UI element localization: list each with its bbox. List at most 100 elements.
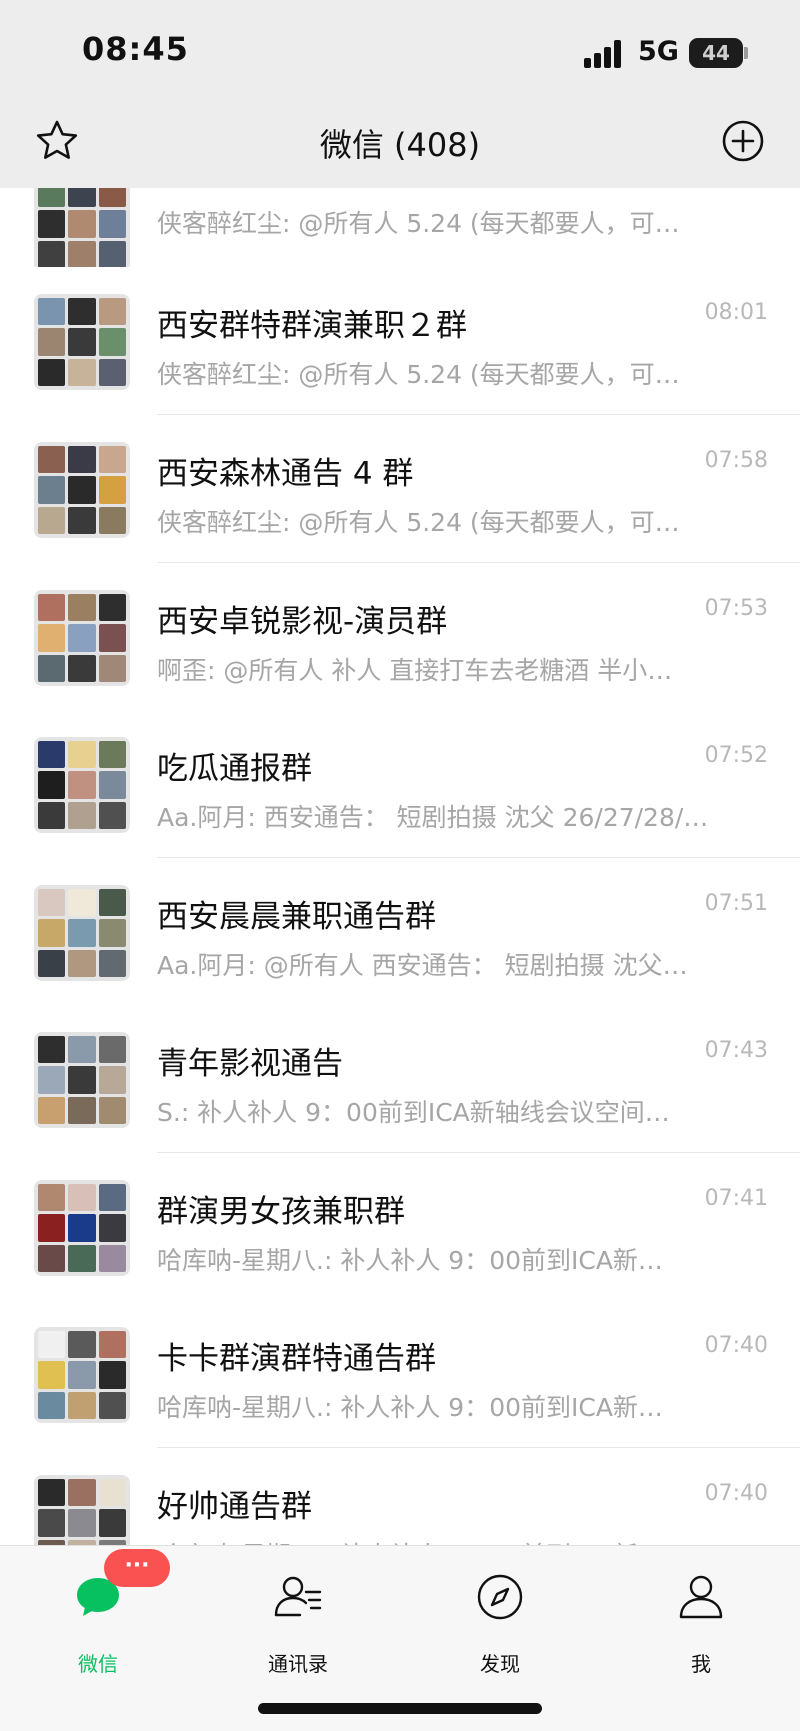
chat-preview: S.: 补人补人 9：00前到ICA新轴线会议空间… xyxy=(157,1098,670,1127)
chat-list[interactable]: 侠客醉红尘: @所有人 5.24 (每天都要人，可… 西安群特群演兼职２群 08… xyxy=(0,0,800,1545)
avatar-tile xyxy=(68,240,96,268)
avatar-tile xyxy=(98,801,126,829)
avatar-tile xyxy=(98,949,126,977)
chat-name: 西安卓锐影视-演员群 xyxy=(157,604,448,640)
chat-row[interactable]: 西安森林通告 4 群 07:58 侠客醉红尘: @所有人 5.24 (每天都要人… xyxy=(0,415,800,563)
group-avatar xyxy=(34,1475,130,1545)
avatar-tile xyxy=(98,1479,126,1507)
avatar-tile xyxy=(68,889,96,917)
avatar-tile xyxy=(98,446,126,474)
avatar-tile xyxy=(38,446,66,474)
group-avatar xyxy=(34,1180,130,1276)
chat-row[interactable]: 好帅通告群 07:40 哈库呐-星期八.: 补人补人 9：00前到ICA新… xyxy=(0,1448,800,1545)
avatar-tile xyxy=(38,210,66,238)
avatar-tile xyxy=(98,741,126,769)
avatar-tile xyxy=(98,1096,126,1124)
avatar-tile xyxy=(38,1391,66,1419)
avatar-tile xyxy=(68,358,96,386)
group-avatar xyxy=(34,1327,130,1423)
avatar-tile xyxy=(38,1036,66,1064)
wechat-app: 侠客醉红尘: @所有人 5.24 (每天都要人，可… 西安群特群演兼职２群 08… xyxy=(0,0,800,1731)
group-avatar xyxy=(34,737,130,833)
avatar-tile xyxy=(68,506,96,534)
tab-me[interactable]: 我 xyxy=(641,1566,761,1686)
chat-preview: 侠客醉红尘: @所有人 5.24 (每天都要人，可… xyxy=(157,508,680,537)
chat-row[interactable]: 西安群特群演兼职２群 08:01 侠客醉红尘: @所有人 5.24 (每天都要人… xyxy=(0,267,800,415)
avatar-tile xyxy=(38,476,66,504)
network-type: 5G xyxy=(638,36,679,67)
avatar-tile xyxy=(38,298,66,326)
chat-name: 西安森林通告 4 群 xyxy=(157,456,414,492)
battery-nub xyxy=(744,47,748,59)
avatar-tile xyxy=(68,594,96,622)
avatar-tile xyxy=(98,1331,126,1359)
avatar-tile xyxy=(38,741,66,769)
chat-row[interactable]: 青年影视通告 07:43 S.: 补人补人 9：00前到ICA新轴线会议空间… xyxy=(0,1005,800,1153)
chat-name: 群演男女孩兼职群 xyxy=(157,1194,405,1230)
avatar-tile xyxy=(98,506,126,534)
chat-time: 07:53 xyxy=(704,596,768,621)
avatar-tile xyxy=(68,654,96,682)
avatar-tile xyxy=(68,919,96,947)
navigation-header: 08:45 5G 44 微信 (408) xyxy=(0,0,800,188)
chat-row[interactable]: 吃瓜通报群 07:52 Aa.阿月: 西安通告： 短剧拍摄 沈父 26/27/2… xyxy=(0,710,800,858)
chat-preview: Aa.阿月: @所有人 西安通告： 短剧拍摄 沈父… xyxy=(157,951,688,980)
avatar-tile xyxy=(98,919,126,947)
avatar-tile xyxy=(68,1331,96,1359)
tab-discover[interactable]: 发现 xyxy=(440,1566,560,1686)
chat-row[interactable]: 西安卓锐影视-演员群 07:53 啊歪: @所有人 补人 直接打车去老糖酒 半小… xyxy=(0,563,800,711)
plus-circle-icon[interactable] xyxy=(720,118,766,164)
group-avatar xyxy=(34,176,130,272)
avatar-tile xyxy=(38,949,66,977)
avatar-tile xyxy=(38,1331,66,1359)
chat-row[interactable]: 西安晨晨兼职通告群 07:51 Aa.阿月: @所有人 西安通告： 短剧拍摄 沈… xyxy=(0,858,800,1006)
avatar-tile xyxy=(68,1391,96,1419)
chat-preview: 侠客醉红尘: @所有人 5.24 (每天都要人，可… xyxy=(157,209,680,238)
avatar-tile xyxy=(68,1509,96,1537)
avatar-tile xyxy=(68,1214,96,1242)
avatar-tile xyxy=(68,741,96,769)
chat-preview: 啊歪: @所有人 补人 直接打车去老糖酒 半小… xyxy=(157,656,673,685)
avatar-tile xyxy=(98,1361,126,1389)
avatar-tile xyxy=(68,328,96,356)
tab-label: 微信 xyxy=(78,1652,118,1676)
avatar-tile xyxy=(38,1244,66,1272)
avatar-tile xyxy=(38,1214,66,1242)
avatar-tile xyxy=(68,1036,96,1064)
chat-name: 西安群特群演兼职２群 xyxy=(157,308,467,344)
avatar-tile xyxy=(68,949,96,977)
chat-row[interactable]: 群演男女孩兼职群 07:41 哈库呐-星期八.: 补人补人 9：00前到ICA新… xyxy=(0,1153,800,1301)
avatar-tile xyxy=(68,1361,96,1389)
tab-contacts[interactable]: 通讯录 xyxy=(238,1566,358,1686)
chat-time: 07:40 xyxy=(704,1481,768,1506)
avatar-tile xyxy=(38,801,66,829)
avatar-tile xyxy=(98,624,126,652)
avatar-tile xyxy=(68,298,96,326)
chat-preview: Aa.阿月: 西安通告： 短剧拍摄 沈父 26/27/28/… xyxy=(157,803,709,832)
compass-icon xyxy=(475,1572,525,1622)
chat-name: 西安晨晨兼职通告群 xyxy=(157,899,436,935)
chat-preview: 哈库呐-星期八.: 补人补人 9：00前到ICA新… xyxy=(157,1246,663,1275)
avatar-tile xyxy=(38,1184,66,1212)
chat-time: 07:43 xyxy=(704,1038,768,1063)
avatar-tile xyxy=(68,801,96,829)
avatar-tile xyxy=(98,476,126,504)
avatar-tile xyxy=(68,1066,96,1094)
avatar-tile xyxy=(38,240,66,268)
group-avatar xyxy=(34,1032,130,1128)
unread-badge: ··· xyxy=(104,1549,170,1587)
chat-time: 07:41 xyxy=(704,1186,768,1211)
avatar-tile xyxy=(38,889,66,917)
avatar-tile xyxy=(98,889,126,917)
avatar-tile xyxy=(38,328,66,356)
battery-icon: 44 xyxy=(689,38,743,68)
home-indicator[interactable] xyxy=(258,1703,542,1714)
avatar-tile xyxy=(38,594,66,622)
chat-time: 07:51 xyxy=(704,891,768,916)
avatar-tile xyxy=(98,240,126,268)
chat-time: 07:40 xyxy=(704,1333,768,1358)
chat-row[interactable]: 卡卡群演群特通告群 07:40 哈库呐-星期八.: 补人补人 9：00前到ICA… xyxy=(0,1300,800,1448)
avatar-tile xyxy=(68,1479,96,1507)
avatar-tile xyxy=(98,1214,126,1242)
chat-time: 08:01 xyxy=(704,300,768,325)
